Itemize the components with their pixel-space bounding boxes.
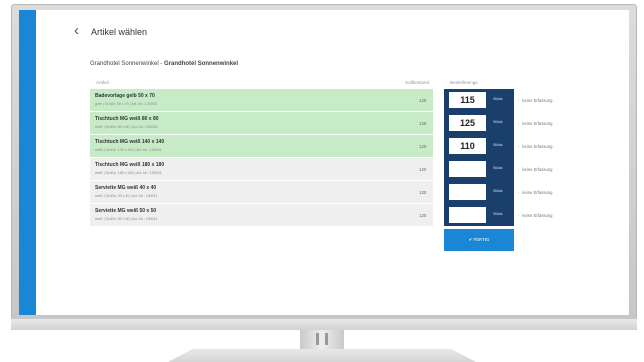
unit-label: Stück	[493, 189, 503, 193]
quantity-input[interactable]	[449, 207, 486, 223]
checkmark-icon: ✔	[468, 237, 473, 242]
capture-status-label: keine Erfassung	[522, 144, 553, 149]
monitor-neck	[300, 330, 344, 350]
hotel-prefix: Grandhotel Sonnenwinkel -	[90, 61, 165, 67]
capture-status-label: keine Erfassung	[522, 121, 553, 126]
table-row[interactable]: Badevorlage gelb 50 x 70 gelb | Größe: 50…	[90, 89, 433, 111]
order-panel: 115 Stück 125 Stück 110 Stück Stück Stück Stück	[444, 89, 514, 226]
page-title: Artikel wählen	[91, 27, 148, 37]
target-stock-value: 120	[419, 213, 427, 218]
monitor-chin	[11, 318, 637, 330]
order-cell: 125 Stück	[444, 112, 514, 134]
chevron-left-icon[interactable]: ‹	[74, 23, 79, 38]
hotel-line: Grandhotel Sonnenwinkel - Grandhotel Son…	[90, 61, 238, 67]
unit-label: Stück	[493, 120, 503, 124]
main-content: ‹ Artikel wählen Grandhotel Sonnenwinkel…	[36, 10, 629, 315]
table-row[interactable]: Serviette MG weiß 40 x 40 weiß | Größe: 4…	[90, 181, 433, 203]
article-name: Serviette MG weiß 40 x 40	[95, 185, 157, 191]
column-header-target-stock: Sollbestand	[405, 80, 430, 85]
target-stock-value: 120	[419, 98, 427, 103]
order-cell: Stück	[444, 204, 514, 226]
chevron-right-icon: ›	[518, 167, 520, 172]
article-meta: weiß | Größe: 140 x 140 | Art.-Nr.: 1300…	[95, 148, 162, 152]
capture-status[interactable]: › keine Erfassung	[518, 213, 552, 218]
chevron-right-icon: ›	[518, 144, 520, 149]
table-row[interactable]: Tischtuch MG weiß 140 x 140 weiß | Größe:…	[90, 135, 433, 157]
table-row[interactable]: Serviette MG weiß 50 x 50 weiß | Größe: 5…	[90, 204, 433, 226]
target-stock-value: 120	[419, 190, 427, 195]
unit-label: Stück	[493, 212, 503, 216]
monitor-base	[168, 349, 476, 362]
article-name: Serviette MG weiß 50 x 50	[95, 208, 157, 214]
capture-status-label: keine Erfassung	[522, 213, 553, 218]
article-table: Badevorlage gelb 50 x 70 gelb | Größe: 50…	[90, 89, 433, 227]
quantity-input[interactable]	[449, 184, 486, 200]
hotel-name: Grandhotel Sonnenwinkel	[164, 61, 239, 67]
monitor-mockup: ‹ Artikel wählen Grandhotel Sonnenwinkel…	[0, 0, 644, 362]
target-stock-value: 120	[419, 144, 427, 149]
quantity-input[interactable]: 125	[449, 115, 486, 131]
article-meta: weiß | Größe: 180 x 180 | Art.-Nr.: 1300…	[95, 171, 162, 175]
capture-status[interactable]: › keine Erfassung	[518, 167, 552, 172]
done-button-label: FERTIG	[473, 237, 490, 242]
capture-status[interactable]: › keine Erfassung	[518, 98, 552, 103]
capture-status[interactable]: › keine Erfassung	[518, 121, 552, 126]
article-name: Tischtuch MG weiß 80 x 80	[95, 116, 159, 122]
capture-status-label: keine Erfassung	[522, 190, 553, 195]
order-cell: Stück	[444, 158, 514, 180]
order-cell: Stück	[444, 181, 514, 203]
capture-status-label: keine Erfassung	[522, 167, 553, 172]
column-header-article: Artikel	[96, 80, 109, 85]
article-meta: gelb | Größe: 50 x 70 | Art.-Nr.: 120003	[95, 102, 157, 106]
article-name: Tischtuch MG weiß 180 x 180	[95, 162, 165, 168]
chevron-right-icon: ›	[518, 121, 520, 126]
unit-label: Stück	[493, 166, 503, 170]
chevron-right-icon: ›	[518, 190, 520, 195]
unit-label: Stück	[493, 143, 503, 147]
chevron-right-icon: ›	[518, 213, 520, 218]
target-stock-value: 120	[419, 167, 427, 172]
quantity-input[interactable]	[449, 161, 486, 177]
unit-label: Stück	[493, 97, 503, 101]
target-stock-value: 120	[419, 121, 427, 126]
column-header-order-qty: Bestellmenge	[450, 80, 478, 85]
capture-status[interactable]: › keine Erfassung	[518, 190, 552, 195]
article-name: Badevorlage gelb 50 x 70	[95, 93, 155, 99]
neck-slot	[325, 333, 328, 345]
capture-status-label: keine Erfassung	[522, 98, 553, 103]
capture-status[interactable]: › keine Erfassung	[518, 144, 552, 149]
table-row[interactable]: Tischtuch MG weiß 80 x 80 weiß | Größe: 8…	[90, 112, 433, 134]
side-accent-bar	[19, 10, 36, 315]
done-button[interactable]: ✔ FERTIG	[444, 229, 514, 251]
quantity-input[interactable]: 110	[449, 138, 486, 154]
table-row[interactable]: Tischtuch MG weiß 180 x 180 weiß | Größe:…	[90, 158, 433, 180]
article-meta: weiß | Größe: 40 x 40 | Art.-Nr.: 130011	[95, 194, 158, 198]
article-name: Tischtuch MG weiß 140 x 140	[95, 139, 165, 145]
quantity-input[interactable]: 115	[449, 92, 486, 108]
chevron-right-icon: ›	[518, 98, 520, 103]
order-cell: 110 Stück	[444, 135, 514, 157]
article-meta: weiß | Größe: 50 x 50 | Art.-Nr.: 130011	[95, 217, 158, 221]
neck-slot	[316, 333, 319, 345]
article-meta: weiß | Größe: 80 x 80 | Art.-Nr.: 130001	[95, 125, 158, 129]
order-cell: 115 Stück	[444, 89, 514, 111]
app-screen: ‹ Artikel wählen Grandhotel Sonnenwinkel…	[19, 10, 629, 315]
